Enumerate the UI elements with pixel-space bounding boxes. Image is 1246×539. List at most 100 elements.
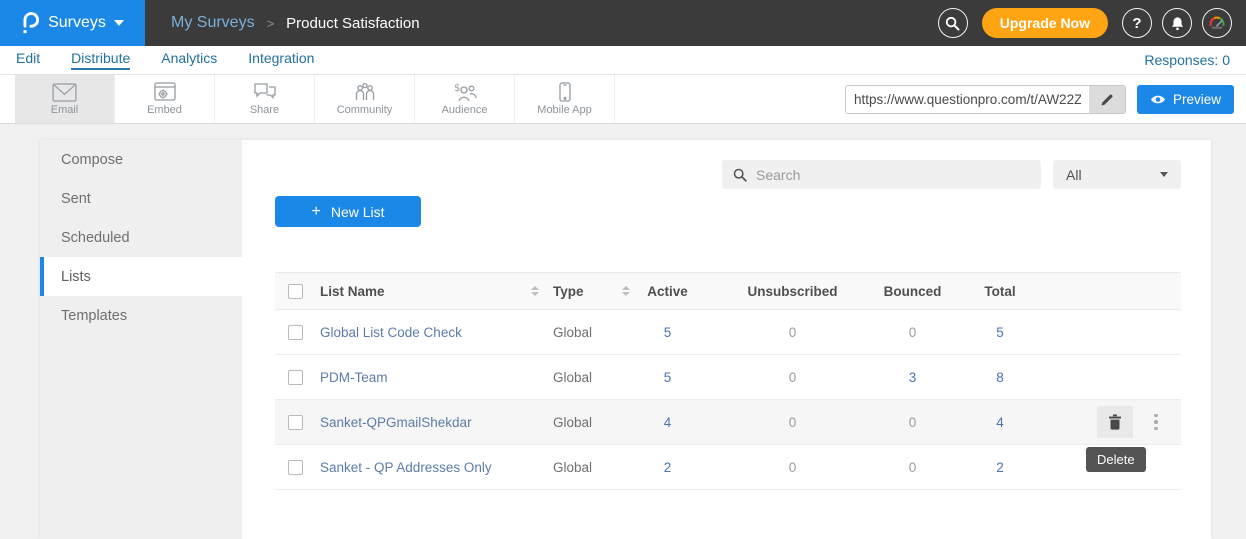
column-header-list-name: List Name xyxy=(320,284,385,299)
bounced-count[interactable]: 0 xyxy=(909,460,917,475)
upgrade-now-button[interactable]: Upgrade Now xyxy=(982,8,1108,38)
toolbar-item-share[interactable]: Share xyxy=(215,75,315,123)
account-gauge-icon xyxy=(1208,14,1226,32)
active-count-link[interactable]: 2 xyxy=(664,460,672,475)
bounced-count[interactable]: 0 xyxy=(909,415,917,430)
search-icon xyxy=(945,16,960,31)
kebab-menu-icon[interactable] xyxy=(1150,410,1162,435)
toolbar-item-label: Mobile App xyxy=(537,104,591,116)
tab-edit[interactable]: Edit xyxy=(16,50,40,70)
active-count-link[interactable]: 5 xyxy=(664,370,672,385)
survey-tabs: Edit Distribute Analytics Integration Re… xyxy=(0,46,1246,75)
total-count-link[interactable]: 2 xyxy=(996,460,1004,475)
select-all-checkbox[interactable] xyxy=(288,284,303,299)
sidebar-item-label: Scheduled xyxy=(61,230,130,246)
tab-analytics[interactable]: Analytics xyxy=(161,50,217,70)
envelope-icon xyxy=(52,83,77,102)
list-search-box xyxy=(722,160,1041,189)
sort-list-name-icon[interactable] xyxy=(531,286,539,296)
toolbar-item-label: Embed xyxy=(147,104,182,116)
page-title: Product Satisfaction xyxy=(286,15,419,32)
product-switcher[interactable]: Surveys xyxy=(0,0,145,46)
table-row-hovered: Sanket-QPGmailShekdar Global 4 0 0 4 xyxy=(275,400,1181,445)
toolbar-item-label: Email xyxy=(51,104,79,116)
people-group-icon xyxy=(353,82,377,102)
tab-integration[interactable]: Integration xyxy=(248,50,314,70)
list-search-input[interactable] xyxy=(756,167,1030,183)
list-name-link[interactable]: Sanket-QPGmailShekdar xyxy=(320,415,472,430)
list-name-link[interactable]: Sanket - QP Addresses Only xyxy=(320,460,492,475)
row-checkbox[interactable] xyxy=(288,370,303,385)
sidebar-item-lists[interactable]: Lists xyxy=(40,257,242,296)
sidebar-item-sent[interactable]: Sent xyxy=(40,179,242,218)
questionpro-logo-icon xyxy=(21,11,40,35)
column-header-total: Total xyxy=(945,284,1055,299)
total-count-link[interactable]: 5 xyxy=(996,325,1004,340)
list-name-link[interactable]: Global List Code Check xyxy=(320,325,462,340)
unsubscribed-count[interactable]: 0 xyxy=(789,460,797,475)
tab-distribute[interactable]: Distribute xyxy=(71,50,130,70)
sidebar-item-compose[interactable]: Compose xyxy=(40,140,242,179)
unsubscribed-count[interactable]: 0 xyxy=(789,415,797,430)
distribute-toolbar: Email Embed Share Community $ xyxy=(0,75,1246,124)
toolbar-item-embed[interactable]: Embed xyxy=(115,75,215,123)
sidebar-item-templates[interactable]: Templates xyxy=(40,296,242,335)
sidebar-item-scheduled[interactable]: Scheduled xyxy=(40,218,242,257)
new-list-button[interactable]: + New List xyxy=(275,196,421,227)
page-body: Compose Sent Scheduled Lists Templates A… xyxy=(0,124,1246,539)
active-count-link[interactable]: 4 xyxy=(664,415,672,430)
svg-text:$: $ xyxy=(454,83,460,94)
table-row: Sanket - QP Addresses Only Global 2 0 0 … xyxy=(275,445,1181,490)
toolbar-item-email[interactable]: Email xyxy=(15,75,115,123)
sort-type-icon[interactable] xyxy=(622,286,630,296)
bounced-count[interactable]: 0 xyxy=(909,325,917,340)
search-icon xyxy=(733,168,747,182)
responses-count[interactable]: Responses: 0 xyxy=(1144,52,1230,68)
email-distribution-card: Compose Sent Scheduled Lists Templates A… xyxy=(40,140,1211,539)
topbar: Surveys My Surveys > Product Satisfactio… xyxy=(0,0,1246,46)
total-count-link[interactable]: 8 xyxy=(996,370,1004,385)
total-count-link[interactable]: 4 xyxy=(996,415,1004,430)
column-header-bounced: Bounced xyxy=(880,284,945,299)
unsubscribed-count[interactable]: 0 xyxy=(789,325,797,340)
preview-button[interactable]: Preview xyxy=(1137,85,1234,114)
email-lists-table: List Name Type Active Unsubscribed Bounc… xyxy=(275,272,1181,490)
sidebar-item-label: Sent xyxy=(61,191,91,207)
notifications-button[interactable] xyxy=(1162,8,1192,38)
help-button[interactable]: ? xyxy=(1122,8,1152,38)
bounced-count[interactable]: 3 xyxy=(909,370,917,385)
row-checkbox[interactable] xyxy=(288,460,303,475)
delete-list-button[interactable] xyxy=(1097,406,1133,438)
unsubscribed-count[interactable]: 0 xyxy=(789,370,797,385)
list-type-filter-dropdown[interactable]: All xyxy=(1053,160,1181,189)
new-list-label: New List xyxy=(331,204,385,220)
delete-tooltip: Delete xyxy=(1086,447,1146,472)
column-header-type: Type xyxy=(553,284,584,299)
lists-panel: All + New List List Name Type xyxy=(242,140,1211,539)
topbar-actions: Upgrade Now ? xyxy=(938,8,1232,38)
sidebar-item-label: Templates xyxy=(61,308,127,324)
filter-selected-value: All xyxy=(1066,167,1082,183)
account-button[interactable] xyxy=(1202,8,1232,38)
chevron-down-icon xyxy=(1160,172,1168,177)
row-checkbox[interactable] xyxy=(288,415,303,430)
active-count-link[interactable]: 5 xyxy=(664,325,672,340)
breadcrumb: My Surveys > Product Satisfaction xyxy=(171,14,420,32)
toolbar-item-label: Share xyxy=(250,104,279,116)
table-row: Global List Code Check Global 5 0 0 5 xyxy=(275,310,1181,355)
toolbar-item-label: Community xyxy=(337,104,393,116)
chevron-down-icon xyxy=(114,20,124,26)
toolbar-item-audience[interactable]: $ Audience xyxy=(415,75,515,123)
dollar-people-icon: $ xyxy=(452,82,478,102)
breadcrumb-my-surveys[interactable]: My Surveys xyxy=(171,14,255,32)
list-type: Global xyxy=(553,370,592,385)
toolbar-item-mobile-app[interactable]: Mobile App xyxy=(515,75,615,123)
survey-url-field xyxy=(845,85,1126,114)
row-checkbox[interactable] xyxy=(288,325,303,340)
toolbar-item-community[interactable]: Community xyxy=(315,75,415,123)
edit-url-button[interactable] xyxy=(1089,86,1125,113)
pencil-icon xyxy=(1100,93,1114,107)
survey-url-input[interactable] xyxy=(846,86,1089,113)
search-button[interactable] xyxy=(938,8,968,38)
list-name-link[interactable]: PDM-Team xyxy=(320,370,388,385)
